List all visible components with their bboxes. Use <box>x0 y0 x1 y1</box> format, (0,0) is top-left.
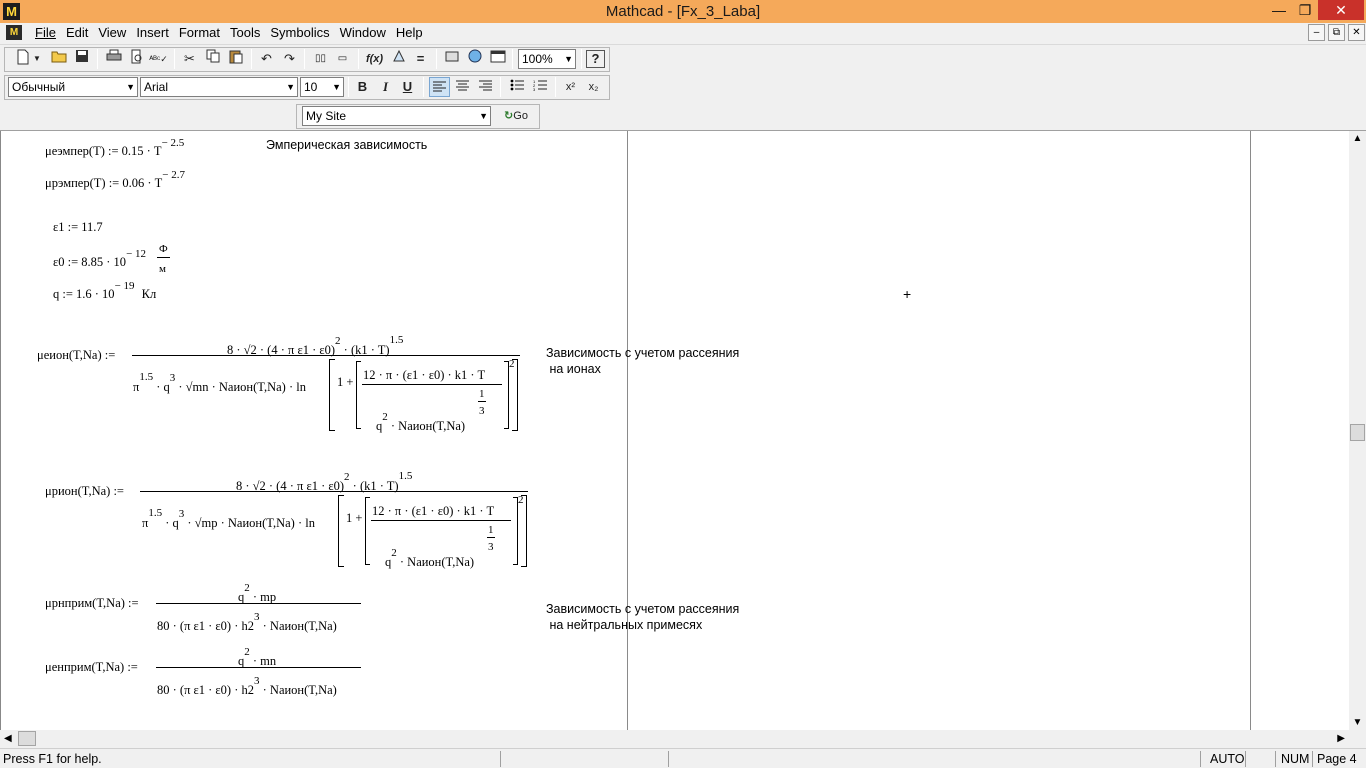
go-button[interactable]: ↻Go <box>497 106 535 126</box>
svg-text:3: 3 <box>533 87 536 91</box>
insert-unit-icon[interactable] <box>388 49 409 69</box>
style-dropdown-arrow-icon: ▼ <box>126 82 135 92</box>
align-center-icon[interactable] <box>452 77 473 97</box>
window-title: Mathcad - [Fx_3_Laba] <box>605 3 761 20</box>
right-margin-line <box>1250 131 1251 730</box>
note-ion-line2[interactable]: на ионах <box>546 361 600 377</box>
calculate-icon[interactable]: = <box>410 49 431 69</box>
resource-center-icon[interactable] <box>464 49 485 69</box>
menu-format[interactable]: Format <box>174 23 225 43</box>
go-arrow-icon: ↻ <box>504 110 514 122</box>
note-empirical[interactable]: Эмперическая зависимость <box>266 137 427 153</box>
site-select[interactable]: My Site ▼ <box>302 106 491 126</box>
underline-button[interactable]: U <box>397 77 418 97</box>
status-page: Page 4 <box>1317 752 1357 766</box>
status-help-text: Press F1 for help. <box>3 752 102 766</box>
minimize-button[interactable]: — <box>1266 0 1292 20</box>
copy-icon[interactable] <box>202 49 223 69</box>
zoom-select[interactable]: 100% ▼ <box>518 49 576 69</box>
site-dropdown-arrow-icon: ▼ <box>479 111 488 121</box>
paste-icon[interactable] <box>225 49 246 69</box>
size-dropdown-arrow-icon: ▼ <box>332 82 341 92</box>
vertical-scroll-thumb[interactable] <box>1350 424 1365 441</box>
title-bar: M Mathcad - [Fx_3_Laba] — ❐ ✕ <box>0 0 1366 23</box>
align-right-icon[interactable] <box>475 77 496 97</box>
crosshair-cursor: + <box>903 286 912 302</box>
menu-edit[interactable]: Edit <box>61 23 93 43</box>
eq-q[interactable]: q := 1.6 · 10− 19 Кл <box>53 280 156 301</box>
scroll-right-icon[interactable]: ▶ <box>1337 730 1345 747</box>
print-preview-icon[interactable] <box>126 49 147 69</box>
insert-function-icon[interactable]: f(x) <box>364 49 385 69</box>
scroll-left-icon[interactable]: ◀ <box>4 730 12 747</box>
doc-close-button[interactable]: ✕ <box>1348 24 1365 41</box>
close-button[interactable]: ✕ <box>1318 0 1364 20</box>
new-document-icon[interactable] <box>12 49 33 69</box>
menu-bar: M File Edit View Insert Format Tools Sym… <box>0 23 1366 43</box>
maximize-button[interactable]: ❐ <box>1292 0 1318 20</box>
menu-symbolics[interactable]: Symbolics <box>265 23 334 43</box>
horizontal-scroll-thumb[interactable] <box>18 731 36 746</box>
cut-icon[interactable]: ✂ <box>179 49 200 69</box>
font-size-select[interactable]: 10 ▼ <box>300 77 344 97</box>
superscript-button[interactable]: x² <box>560 77 581 97</box>
new-dropdown-arrow-icon[interactable]: ▼ <box>31 49 43 69</box>
italic-button[interactable]: I <box>375 77 396 97</box>
status-auto: AUTO <box>1210 752 1245 766</box>
standard-toolbar: ▼ ᴬᴮᶜ✓ ✂ ↶ ↷ ▯▯ ▭ f(x) = 100% ▼ ? <box>0 44 1366 73</box>
status-num: NUM <box>1281 752 1310 766</box>
bullets-icon[interactable] <box>506 77 527 97</box>
zoom-dropdown-arrow-icon: ▼ <box>564 54 573 64</box>
eq-mu-p-empir[interactable]: μpэмпер(T) := 0.06 · T− 2.7 <box>45 169 185 190</box>
formatting-toolbar: Обычный ▼ Arial ▼ 10 ▼ B I U 123 x² x₂ <box>0 73 1366 102</box>
insert-region-icon[interactable] <box>487 49 508 69</box>
horizontal-scrollbar[interactable]: ◀ ▶ <box>0 730 1349 747</box>
eq-eps1[interactable]: ε1 := 11.7 <box>53 220 103 234</box>
note-nprim-line1[interactable]: Зависимость с учетом рассеяния <box>546 601 739 617</box>
print-icon[interactable] <box>103 49 124 69</box>
eq-mu-e-empir[interactable]: μeэмпер(T) := 0.15 · T− 2.5 <box>45 137 184 158</box>
web-toolbar: My Site ▼ ↻Go <box>0 102 1366 131</box>
page-boundary-line <box>627 131 628 730</box>
insert-component-icon[interactable] <box>441 49 462 69</box>
menu-help[interactable]: Help <box>391 23 428 43</box>
spell-check-icon[interactable]: ᴬᴮᶜ✓ <box>148 49 169 69</box>
eps0-unit-den: м <box>159 263 166 275</box>
menu-file[interactable]: File <box>30 23 61 43</box>
vertical-scrollbar[interactable]: ▲ ▼ <box>1349 131 1366 730</box>
align-down-icon[interactable]: ▭ <box>332 49 353 69</box>
menu-insert[interactable]: Insert <box>131 23 174 43</box>
scroll-up-icon[interactable]: ▲ <box>1349 133 1366 144</box>
font-select[interactable]: Arial ▼ <box>140 77 298 97</box>
style-select[interactable]: Обычный ▼ <box>8 77 138 97</box>
status-bar: Press F1 for help. AUTO NUM Page 4 <box>0 748 1366 768</box>
document-icon[interactable]: M <box>6 25 22 40</box>
scroll-down-icon[interactable]: ▼ <box>1349 717 1366 728</box>
note-nprim-line2[interactable]: на нейтральных примесях <box>546 617 702 633</box>
font-dropdown-arrow-icon: ▼ <box>286 82 295 92</box>
menu-window[interactable]: Window <box>335 23 391 43</box>
bold-button[interactable]: B <box>352 77 373 97</box>
save-icon[interactable] <box>71 49 92 69</box>
help-icon[interactable]: ? <box>586 50 605 68</box>
redo-icon[interactable]: ↷ <box>279 49 300 69</box>
open-folder-icon[interactable] <box>48 49 69 69</box>
align-left-icon[interactable] <box>429 77 450 97</box>
numbering-icon[interactable]: 123 <box>529 77 550 97</box>
eps0-unit-num: Ф <box>159 243 168 255</box>
undo-icon[interactable]: ↶ <box>256 49 277 69</box>
doc-restore-button[interactable]: ⧉ <box>1328 24 1345 41</box>
note-ion-line1[interactable]: Зависимость с учетом рассеяния <box>546 345 739 361</box>
eq-eps0[interactable]: ε0 := 8.85 · 10− 12 <box>53 248 146 269</box>
doc-minimize-button[interactable]: – <box>1308 24 1325 41</box>
align-across-icon[interactable]: ▯▯ <box>310 49 331 69</box>
menu-view[interactable]: View <box>93 23 131 43</box>
worksheet[interactable]: μeэмпер(T) := 0.15 · T− 2.5 Эмперическая… <box>0 131 1349 730</box>
menu-tools[interactable]: Tools <box>225 23 265 43</box>
subscript-button[interactable]: x₂ <box>583 77 604 97</box>
